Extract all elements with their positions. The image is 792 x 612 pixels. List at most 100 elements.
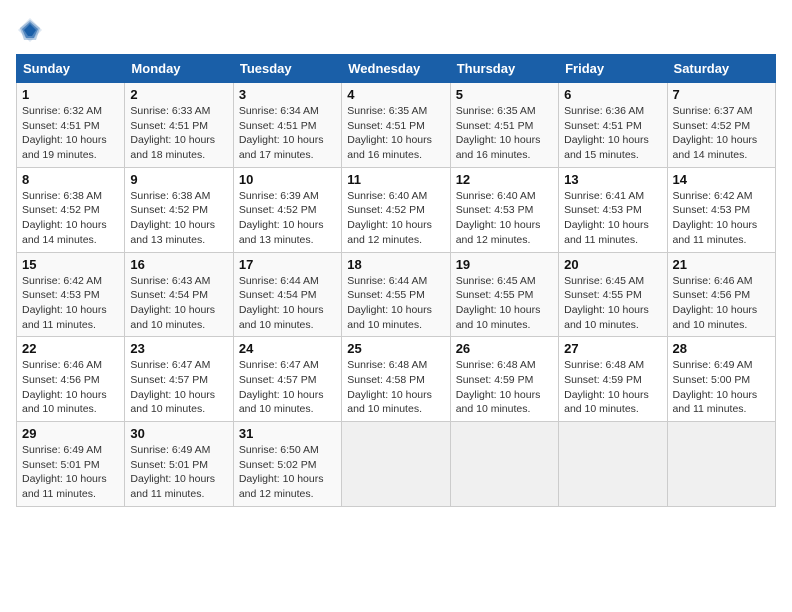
weekday-header-friday: Friday	[559, 55, 667, 83]
calendar-cell: 12 Sunrise: 6:40 AMSunset: 4:53 PMDaylig…	[450, 167, 558, 252]
day-info: Sunrise: 6:44 AMSunset: 4:54 PMDaylight:…	[239, 274, 336, 333]
day-number: 22	[22, 341, 119, 356]
day-info: Sunrise: 6:45 AMSunset: 4:55 PMDaylight:…	[564, 274, 661, 333]
day-number: 4	[347, 87, 444, 102]
calendar-cell: 28 Sunrise: 6:49 AMSunset: 5:00 PMDaylig…	[667, 337, 775, 422]
calendar-cell: 6 Sunrise: 6:36 AMSunset: 4:51 PMDayligh…	[559, 83, 667, 168]
day-info: Sunrise: 6:36 AMSunset: 4:51 PMDaylight:…	[564, 104, 661, 163]
day-info: Sunrise: 6:49 AMSunset: 5:01 PMDaylight:…	[130, 443, 227, 502]
day-number: 13	[564, 172, 661, 187]
day-number: 25	[347, 341, 444, 356]
day-info: Sunrise: 6:48 AMSunset: 4:59 PMDaylight:…	[564, 358, 661, 417]
day-info: Sunrise: 6:38 AMSunset: 4:52 PMDaylight:…	[130, 189, 227, 248]
calendar-cell: 21 Sunrise: 6:46 AMSunset: 4:56 PMDaylig…	[667, 252, 775, 337]
calendar-week-3: 15 Sunrise: 6:42 AMSunset: 4:53 PMDaylig…	[17, 252, 776, 337]
calendar-cell: 1 Sunrise: 6:32 AMSunset: 4:51 PMDayligh…	[17, 83, 125, 168]
day-number: 27	[564, 341, 661, 356]
calendar-cell: 18 Sunrise: 6:44 AMSunset: 4:55 PMDaylig…	[342, 252, 450, 337]
day-number: 26	[456, 341, 553, 356]
calendar-cell: 22 Sunrise: 6:46 AMSunset: 4:56 PMDaylig…	[17, 337, 125, 422]
day-info: Sunrise: 6:50 AMSunset: 5:02 PMDaylight:…	[239, 443, 336, 502]
weekday-header-monday: Monday	[125, 55, 233, 83]
day-info: Sunrise: 6:40 AMSunset: 4:53 PMDaylight:…	[456, 189, 553, 248]
calendar-cell: 27 Sunrise: 6:48 AMSunset: 4:59 PMDaylig…	[559, 337, 667, 422]
day-number: 18	[347, 257, 444, 272]
day-info: Sunrise: 6:41 AMSunset: 4:53 PMDaylight:…	[564, 189, 661, 248]
day-info: Sunrise: 6:46 AMSunset: 4:56 PMDaylight:…	[673, 274, 770, 333]
day-info: Sunrise: 6:44 AMSunset: 4:55 PMDaylight:…	[347, 274, 444, 333]
day-info: Sunrise: 6:42 AMSunset: 4:53 PMDaylight:…	[22, 274, 119, 333]
day-number: 23	[130, 341, 227, 356]
calendar-cell: 7 Sunrise: 6:37 AMSunset: 4:52 PMDayligh…	[667, 83, 775, 168]
calendar-cell: 14 Sunrise: 6:42 AMSunset: 4:53 PMDaylig…	[667, 167, 775, 252]
calendar-week-5: 29 Sunrise: 6:49 AMSunset: 5:01 PMDaylig…	[17, 422, 776, 507]
calendar-cell: 24 Sunrise: 6:47 AMSunset: 4:57 PMDaylig…	[233, 337, 341, 422]
calendar-week-4: 22 Sunrise: 6:46 AMSunset: 4:56 PMDaylig…	[17, 337, 776, 422]
day-info: Sunrise: 6:45 AMSunset: 4:55 PMDaylight:…	[456, 274, 553, 333]
day-number: 17	[239, 257, 336, 272]
calendar-cell: 20 Sunrise: 6:45 AMSunset: 4:55 PMDaylig…	[559, 252, 667, 337]
day-info: Sunrise: 6:37 AMSunset: 4:52 PMDaylight:…	[673, 104, 770, 163]
day-info: Sunrise: 6:33 AMSunset: 4:51 PMDaylight:…	[130, 104, 227, 163]
calendar-cell: 19 Sunrise: 6:45 AMSunset: 4:55 PMDaylig…	[450, 252, 558, 337]
calendar-week-1: 1 Sunrise: 6:32 AMSunset: 4:51 PMDayligh…	[17, 83, 776, 168]
day-number: 30	[130, 426, 227, 441]
calendar-cell: 5 Sunrise: 6:35 AMSunset: 4:51 PMDayligh…	[450, 83, 558, 168]
calendar-cell: 16 Sunrise: 6:43 AMSunset: 4:54 PMDaylig…	[125, 252, 233, 337]
weekday-header-saturday: Saturday	[667, 55, 775, 83]
calendar-cell: 29 Sunrise: 6:49 AMSunset: 5:01 PMDaylig…	[17, 422, 125, 507]
calendar-cell: 10 Sunrise: 6:39 AMSunset: 4:52 PMDaylig…	[233, 167, 341, 252]
day-info: Sunrise: 6:40 AMSunset: 4:52 PMDaylight:…	[347, 189, 444, 248]
calendar-cell: 9 Sunrise: 6:38 AMSunset: 4:52 PMDayligh…	[125, 167, 233, 252]
weekday-header-sunday: Sunday	[17, 55, 125, 83]
day-info: Sunrise: 6:43 AMSunset: 4:54 PMDaylight:…	[130, 274, 227, 333]
day-info: Sunrise: 6:47 AMSunset: 4:57 PMDaylight:…	[130, 358, 227, 417]
day-info: Sunrise: 6:32 AMSunset: 4:51 PMDaylight:…	[22, 104, 119, 163]
day-number: 31	[239, 426, 336, 441]
calendar-cell: 31 Sunrise: 6:50 AMSunset: 5:02 PMDaylig…	[233, 422, 341, 507]
logo-icon	[16, 16, 44, 44]
weekday-header-tuesday: Tuesday	[233, 55, 341, 83]
day-number: 10	[239, 172, 336, 187]
weekday-header-wednesday: Wednesday	[342, 55, 450, 83]
calendar-cell: 30 Sunrise: 6:49 AMSunset: 5:01 PMDaylig…	[125, 422, 233, 507]
day-number: 5	[456, 87, 553, 102]
calendar-cell: 13 Sunrise: 6:41 AMSunset: 4:53 PMDaylig…	[559, 167, 667, 252]
day-info: Sunrise: 6:49 AMSunset: 5:00 PMDaylight:…	[673, 358, 770, 417]
calendar-cell	[559, 422, 667, 507]
calendar-cell: 25 Sunrise: 6:48 AMSunset: 4:58 PMDaylig…	[342, 337, 450, 422]
calendar-cell	[450, 422, 558, 507]
day-number: 29	[22, 426, 119, 441]
day-number: 12	[456, 172, 553, 187]
weekday-header-row: SundayMondayTuesdayWednesdayThursdayFrid…	[17, 55, 776, 83]
day-number: 11	[347, 172, 444, 187]
day-number: 1	[22, 87, 119, 102]
day-info: Sunrise: 6:35 AMSunset: 4:51 PMDaylight:…	[456, 104, 553, 163]
calendar-cell: 15 Sunrise: 6:42 AMSunset: 4:53 PMDaylig…	[17, 252, 125, 337]
calendar-cell: 2 Sunrise: 6:33 AMSunset: 4:51 PMDayligh…	[125, 83, 233, 168]
day-number: 9	[130, 172, 227, 187]
day-number: 15	[22, 257, 119, 272]
calendar-cell: 11 Sunrise: 6:40 AMSunset: 4:52 PMDaylig…	[342, 167, 450, 252]
page-header	[16, 16, 776, 44]
day-number: 24	[239, 341, 336, 356]
day-info: Sunrise: 6:35 AMSunset: 4:51 PMDaylight:…	[347, 104, 444, 163]
calendar-cell: 8 Sunrise: 6:38 AMSunset: 4:52 PMDayligh…	[17, 167, 125, 252]
calendar-cell: 23 Sunrise: 6:47 AMSunset: 4:57 PMDaylig…	[125, 337, 233, 422]
day-info: Sunrise: 6:47 AMSunset: 4:57 PMDaylight:…	[239, 358, 336, 417]
day-number: 19	[456, 257, 553, 272]
logo	[16, 16, 48, 44]
day-info: Sunrise: 6:46 AMSunset: 4:56 PMDaylight:…	[22, 358, 119, 417]
calendar-cell: 17 Sunrise: 6:44 AMSunset: 4:54 PMDaylig…	[233, 252, 341, 337]
day-info: Sunrise: 6:48 AMSunset: 4:58 PMDaylight:…	[347, 358, 444, 417]
day-number: 3	[239, 87, 336, 102]
calendar-cell	[342, 422, 450, 507]
day-info: Sunrise: 6:49 AMSunset: 5:01 PMDaylight:…	[22, 443, 119, 502]
calendar-cell: 4 Sunrise: 6:35 AMSunset: 4:51 PMDayligh…	[342, 83, 450, 168]
calendar-week-2: 8 Sunrise: 6:38 AMSunset: 4:52 PMDayligh…	[17, 167, 776, 252]
day-info: Sunrise: 6:42 AMSunset: 4:53 PMDaylight:…	[673, 189, 770, 248]
day-number: 16	[130, 257, 227, 272]
day-number: 7	[673, 87, 770, 102]
weekday-header-thursday: Thursday	[450, 55, 558, 83]
calendar-cell: 26 Sunrise: 6:48 AMSunset: 4:59 PMDaylig…	[450, 337, 558, 422]
